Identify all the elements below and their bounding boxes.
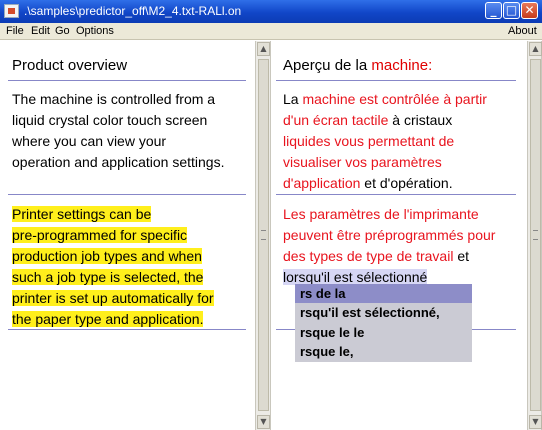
suggestion-item[interactable]: rsque le le bbox=[295, 323, 472, 342]
close-button[interactable]: ✕ bbox=[521, 2, 538, 19]
matched-term: des types de type de travail bbox=[283, 248, 454, 264]
matched-term: Les paramètres de l'imprimante bbox=[283, 206, 479, 222]
source-paragraph-2: Printer settings can be pre-programmed f… bbox=[12, 204, 214, 330]
suggestion-item[interactable]: rsque le, bbox=[295, 342, 472, 361]
section-divider bbox=[276, 194, 516, 195]
source-paragraph-1: The machine is controlled from a liquid … bbox=[12, 89, 224, 173]
minimize-button[interactable]: _ bbox=[485, 2, 502, 19]
highlighted-text: the paper type and application. bbox=[12, 311, 204, 327]
window-title: .\samples\predictor_off\M2_4.txt-RALl.on bbox=[24, 4, 242, 18]
text-segment: La bbox=[283, 91, 303, 107]
source-pane[interactable]: Product overview The machine is controll… bbox=[0, 41, 254, 430]
matched-term: peuvent être préprogrammés pour bbox=[283, 227, 496, 243]
translation-paragraph-1: La machine est contrôlée à partir d'un é… bbox=[283, 89, 487, 194]
menu-edit[interactable]: Edit bbox=[31, 25, 50, 37]
scroll-down-icon[interactable]: ▼ bbox=[529, 415, 542, 429]
section-divider bbox=[276, 80, 516, 81]
title-bar: .\samples\predictor_off\M2_4.txt-RALl.on… bbox=[0, 0, 542, 23]
section-divider bbox=[8, 329, 246, 330]
highlighted-text: printer is set up automatically for bbox=[12, 290, 214, 306]
menu-options[interactable]: Options bbox=[76, 25, 114, 37]
maximize-button[interactable]: □ bbox=[503, 2, 520, 19]
matched-term: visualiser vos paramètres bbox=[283, 154, 442, 170]
text-segment: à cristaux bbox=[388, 112, 453, 128]
scroll-thumb[interactable] bbox=[258, 59, 269, 411]
suggestion-item[interactable]: rs de la bbox=[295, 284, 472, 303]
highlighted-text: production job types and when bbox=[12, 248, 202, 264]
selected-text[interactable]: lorsqu'il est sélectionné bbox=[283, 269, 428, 285]
suggestion-popup[interactable]: rs de la rsqu'il est sélectionné, rsque … bbox=[295, 284, 472, 362]
translation-scrollbar[interactable]: ▲ ▼ bbox=[527, 41, 542, 430]
text-line: liquid crystal color touch screen bbox=[12, 112, 208, 128]
heading-term: machine bbox=[371, 57, 429, 74]
translation-heading: Aperçu de la machine: bbox=[283, 57, 432, 74]
scroll-down-icon[interactable]: ▼ bbox=[257, 415, 270, 429]
highlighted-text: Printer settings can be bbox=[12, 206, 152, 222]
text-line: The machine is controlled from a bbox=[12, 91, 216, 107]
translation-paragraph-2: Les paramètres de l'imprimante peuvent ê… bbox=[283, 204, 495, 288]
matched-term: liquides vous permettant de bbox=[283, 133, 455, 149]
heading-text: Aperçu de la bbox=[283, 57, 372, 74]
matched-term: d'application bbox=[283, 175, 361, 191]
text-segment: et bbox=[453, 248, 470, 264]
source-scrollbar[interactable]: ▲ ▼ bbox=[255, 41, 271, 430]
matched-term: d'un écran tactile bbox=[283, 112, 389, 128]
heading-colon: : bbox=[428, 57, 433, 74]
suggestion-item[interactable]: rsqu'il est sélectionné, bbox=[295, 303, 472, 322]
menu-file[interactable]: File bbox=[6, 25, 24, 37]
section-divider bbox=[8, 80, 246, 81]
menu-bar: File Edit Go Options About bbox=[0, 23, 542, 40]
matched-term: machine est contrôlée à partir bbox=[302, 91, 487, 107]
menu-go[interactable]: Go bbox=[55, 25, 70, 37]
section-divider bbox=[8, 194, 246, 195]
text-segment: et d'opération. bbox=[360, 175, 453, 191]
scroll-thumb[interactable] bbox=[530, 59, 541, 411]
source-heading: Product overview bbox=[12, 57, 128, 74]
highlighted-text: pre-programmed for specific bbox=[12, 227, 188, 243]
text-line: operation and application settings. bbox=[12, 154, 225, 170]
scroll-up-icon[interactable]: ▲ bbox=[529, 42, 542, 56]
highlighted-text: such a job type is selected, the bbox=[12, 269, 204, 285]
scroll-up-icon[interactable]: ▲ bbox=[257, 42, 270, 56]
translation-pane[interactable]: Aperçu de la machine: La machine est con… bbox=[272, 41, 527, 430]
text-line: where you can view your bbox=[12, 133, 167, 149]
menu-about[interactable]: About bbox=[508, 25, 537, 37]
app-icon bbox=[4, 4, 19, 18]
